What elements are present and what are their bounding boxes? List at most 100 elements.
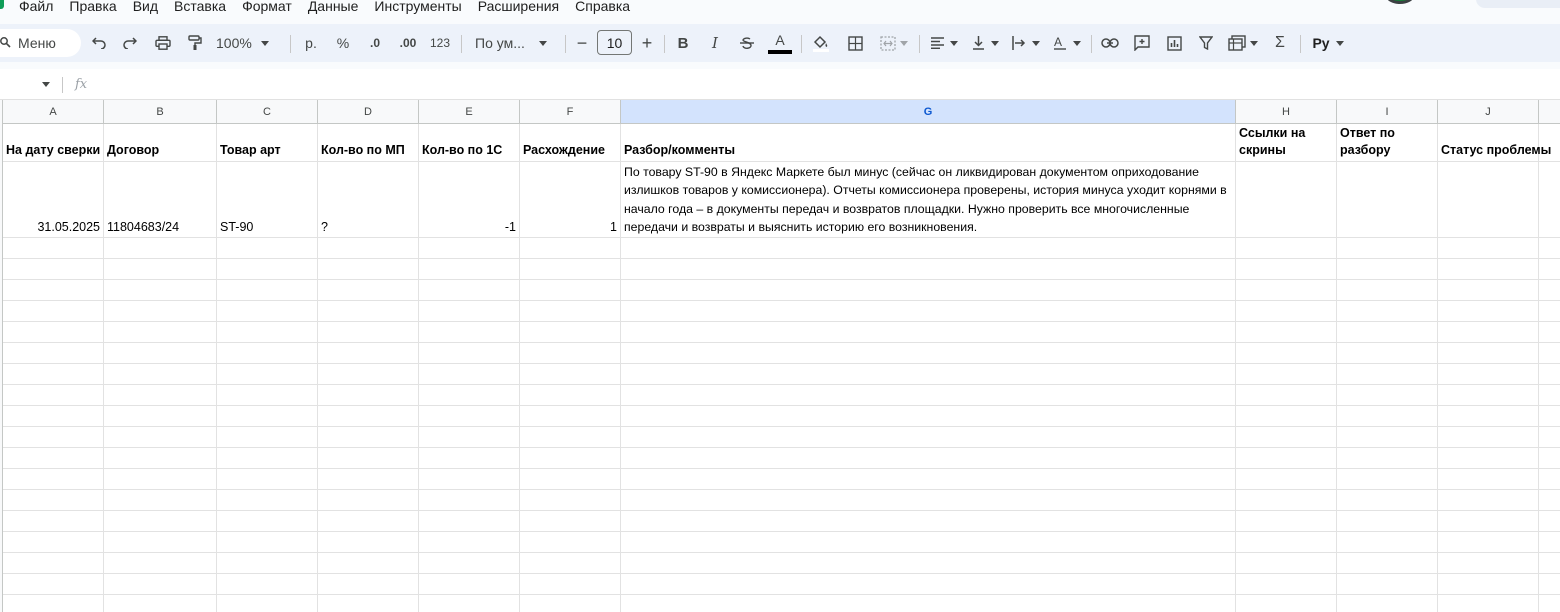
column-header-b[interactable]: B [104, 100, 217, 123]
cell-a2[interactable]: 31.05.2025 [4, 218, 100, 236]
functions-button[interactable]: Σ [1270, 24, 1290, 62]
cell-g2[interactable]: По товару ST-90 в Яндекс Маркете был мин… [624, 163, 1230, 237]
cell-c1[interactable]: Товар арт [220, 141, 316, 159]
column-header-i[interactable]: I [1337, 100, 1438, 123]
account-avatar[interactable] [1386, 0, 1414, 4]
chevron-down-icon [1335, 40, 1344, 46]
increase-font-size-button[interactable]: + [639, 24, 655, 62]
increase-decimals-label: .00 [399, 36, 417, 50]
menu-data[interactable]: Данные [300, 0, 367, 15]
search-icon [0, 37, 11, 48]
share-button[interactable] [1476, 0, 1560, 8]
increase-decimals-button[interactable]: .00 [396, 24, 420, 62]
gridline [3, 258, 1560, 259]
gridline [3, 447, 1560, 448]
fx-icon: fx [75, 77, 88, 92]
column-header-j[interactable]: J [1438, 100, 1539, 123]
formula-bar-divider [62, 77, 63, 93]
menu-format[interactable]: Формат [234, 0, 300, 15]
bold-button[interactable]: B [674, 24, 692, 62]
toolbar-divider [919, 35, 920, 53]
undo-icon[interactable] [90, 24, 108, 62]
cell-e1[interactable]: Кол-во по 1С [422, 141, 518, 159]
insert-comment-icon[interactable] [1132, 24, 1152, 62]
fill-color-icon[interactable] [810, 24, 832, 62]
decrease-decimals-button[interactable]: .0 [364, 24, 386, 62]
decrease-font-size-button[interactable]: − [574, 24, 590, 62]
cell-g1[interactable]: Разбор/комменты [624, 141, 1224, 159]
vertical-align-icon[interactable] [969, 24, 1001, 62]
cell-h1[interactable]: Ссылки на скрины [1239, 125, 1329, 158]
paint-format-icon[interactable] [186, 24, 204, 62]
print-icon[interactable] [153, 24, 173, 62]
cells-area[interactable]: На дату сверки Договор Товар арт Кол-во … [0, 124, 1560, 612]
search-menus[interactable]: Меню [0, 29, 81, 57]
cell-f1[interactable]: Расхождение [523, 141, 619, 159]
sheet-grid[interactable]: A B C D E F G H I J На дату сверки Догов… [0, 100, 1560, 612]
horizontal-align-icon[interactable] [928, 24, 960, 62]
gridline [1538, 124, 1539, 612]
gridline [3, 531, 1560, 532]
cell-d2[interactable]: ? [321, 218, 417, 236]
cell-b1[interactable]: Договор [107, 141, 215, 159]
cell-a1[interactable]: На дату сверки [6, 141, 102, 159]
toolbar: Меню 100% р. % .0 .00 123 По ум... − + B… [0, 24, 1560, 62]
gridline [418, 124, 419, 612]
name-box-chevron-down-icon[interactable] [42, 82, 50, 87]
zoom-select[interactable]: 100% [216, 24, 280, 62]
chevron-down-icon [1032, 40, 1040, 46]
font-family-value: По ум... [475, 35, 525, 51]
text-wrapping-icon[interactable] [1009, 24, 1043, 62]
column-header-f[interactable]: F [520, 100, 621, 123]
menu-extensions[interactable]: Расширения [470, 0, 567, 15]
column-header-e[interactable]: E [419, 100, 520, 123]
sheets-logo-icon[interactable] [0, 0, 4, 9]
chevron-down-icon [990, 40, 999, 46]
menu-edit[interactable]: Правка [61, 0, 124, 15]
gridline [3, 342, 1560, 343]
column-header-h[interactable]: H [1236, 100, 1337, 123]
cell-e2[interactable]: -1 [420, 218, 516, 236]
gridline [3, 363, 1560, 364]
italic-button[interactable]: I [706, 24, 724, 62]
menu-insert[interactable]: Вставка [166, 0, 234, 15]
column-header-k[interactable] [1539, 100, 1560, 123]
text-rotation-icon[interactable]: A [1051, 24, 1083, 62]
menu-help[interactable]: Справка [567, 0, 638, 15]
toolbar-divider [290, 35, 291, 53]
insert-chart-icon[interactable] [1164, 24, 1184, 62]
cell-d1[interactable]: Кол-во по МП [321, 141, 417, 159]
cell-j1[interactable]: Статус проблемы [1441, 141, 1560, 159]
gridline [519, 124, 520, 612]
gridline [3, 489, 1560, 490]
cell-b2[interactable]: 11804683/24 [107, 218, 215, 236]
text-color-button[interactable]: A [767, 24, 793, 62]
column-header-g[interactable]: G [621, 100, 1236, 123]
merge-cells-icon[interactable] [876, 24, 912, 62]
cell-i1[interactable]: Ответ по разбору [1340, 125, 1415, 158]
filter-views-icon[interactable] [1226, 24, 1260, 62]
font-size-input[interactable]: 10 [597, 30, 632, 55]
borders-icon[interactable] [845, 24, 865, 62]
percent-format-button[interactable]: % [333, 24, 353, 62]
gridline [3, 510, 1560, 511]
currency-format-button[interactable]: р. [301, 24, 321, 62]
font-family-select[interactable]: По ум... [475, 24, 555, 62]
insert-link-icon[interactable] [1099, 24, 1121, 62]
menu-tools[interactable]: Инструменты [366, 0, 469, 15]
formula-bar: fx [0, 69, 1560, 100]
column-header-a[interactable]: A [3, 100, 104, 123]
gridline [3, 405, 1560, 406]
strikethrough-icon[interactable] [737, 24, 757, 62]
zoom-value: 100% [216, 35, 252, 51]
column-header-d[interactable]: D [318, 100, 419, 123]
column-header-c[interactable]: C [217, 100, 318, 123]
filter-icon[interactable] [1196, 24, 1216, 62]
menu-file[interactable]: Файл [11, 0, 61, 15]
cell-f2[interactable]: 1 [521, 218, 617, 236]
input-tools-button[interactable]: Py [1309, 24, 1347, 62]
redo-icon[interactable] [121, 24, 139, 62]
number-format-button[interactable]: 123 [428, 24, 452, 62]
menu-view[interactable]: Вид [125, 0, 166, 15]
cell-c2[interactable]: ST-90 [220, 218, 316, 236]
